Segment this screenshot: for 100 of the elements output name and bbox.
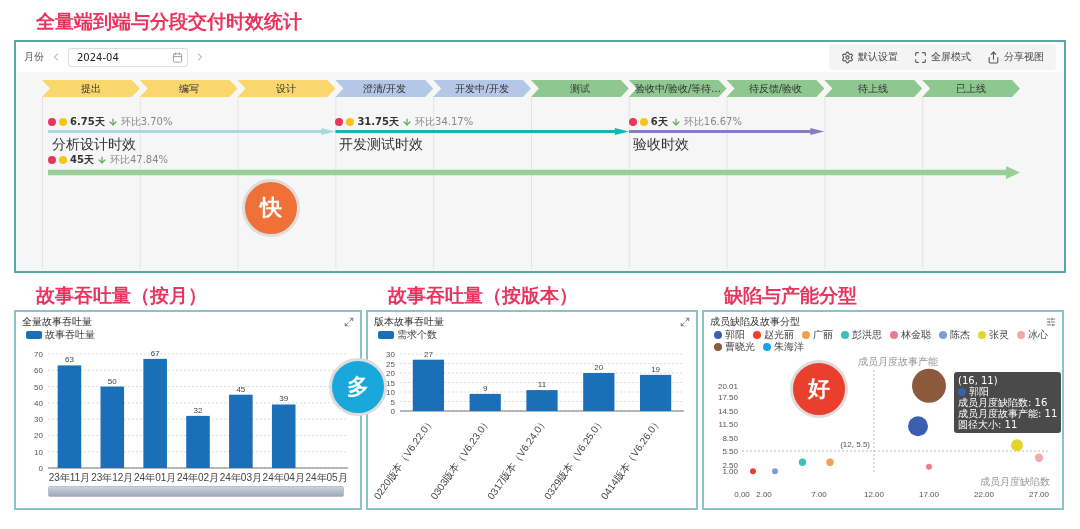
axis-label: 14.50 <box>717 406 738 416</box>
bubble <box>826 458 834 466</box>
bubble <box>798 458 807 466</box>
axis-title: 成员月度缺陷数 <box>980 476 1050 487</box>
axis-label: 7.00 <box>811 490 827 499</box>
legend-label: 需求个数 <box>397 329 437 341</box>
action-button[interactable]: 默认设置 <box>835 48 904 66</box>
legend-label: 彭洪思 <box>852 329 882 341</box>
fullscreen-icon <box>914 50 927 64</box>
bubble <box>772 468 778 475</box>
legend-label: 曹晓光 <box>725 341 755 353</box>
axis-label: 17.00 <box>919 490 939 499</box>
chart-title: 成员缺陷及故事分型 <box>710 314 800 329</box>
section-heading: 故事吞吐量（按月） <box>34 283 208 308</box>
action-button[interactable]: 全屏模式 <box>908 48 977 66</box>
date-field[interactable]: 2024-04 <box>68 47 188 67</box>
alert-dot-icon <box>335 117 344 126</box>
bubble <box>1011 439 1023 452</box>
data-label: 20 <box>594 363 604 372</box>
axis-label: 40 <box>34 398 43 408</box>
alert-dot-icon <box>628 117 637 126</box>
axis-label: 12.00 <box>864 490 884 499</box>
stage-chevron: 提出 <box>42 80 140 97</box>
axis-label: 5.50 <box>722 447 738 457</box>
legend-label: 张灵 <box>989 329 1009 341</box>
zoom-slider[interactable] <box>48 486 344 497</box>
bubble <box>908 416 928 437</box>
axis-label: 60 <box>34 366 43 376</box>
bar <box>526 390 558 411</box>
duration-value: 45天 <box>70 152 94 167</box>
axis-label: 24年03月 <box>219 472 262 483</box>
flow-label: 验收时效 <box>631 135 689 153</box>
bar <box>640 374 672 411</box>
page-title: 全量端到端与分段交付时效统计 <box>35 9 303 34</box>
bar <box>583 373 615 411</box>
axis-label: 24年04月 <box>262 472 305 483</box>
alert-dot-icon <box>48 117 56 126</box>
tooltip-line: 成员月度故事产能: 11 <box>958 408 1058 419</box>
axis-label: 30 <box>34 415 43 425</box>
data-label: 32 <box>193 405 203 415</box>
axis-label: 24年02月 <box>176 472 220 483</box>
settings-icon <box>841 50 854 64</box>
calendar-icon <box>172 51 183 63</box>
data-label: 63 <box>65 355 74 365</box>
duration-value: 6天 <box>650 114 668 129</box>
share-icon <box>987 50 1000 64</box>
flow-label: 开发测试时效 <box>338 135 424 153</box>
axis-label: 70 <box>34 350 43 359</box>
data-label: 67 <box>150 348 160 358</box>
axis-label: 0.00 <box>734 490 750 499</box>
axis-label: 27.00 <box>1029 490 1049 499</box>
axis-label: 17.50 <box>717 393 738 402</box>
down-arrow-icon <box>402 116 413 127</box>
month-label: 月份 <box>24 50 44 64</box>
tooltip-series: 郭阳 <box>969 386 989 397</box>
axis-label: 22.00 <box>974 490 994 499</box>
legend-label: 朱海洋 <box>774 341 804 353</box>
legend-label: 陈杰 <box>950 329 970 341</box>
axis-label: 30 <box>386 350 395 359</box>
tooltip-line: 圆径大小: 11 <box>958 419 1019 430</box>
change-value: 环比16.67% <box>683 114 742 129</box>
axis-label: 10 <box>386 388 395 397</box>
stage-chevron: 设计 <box>237 80 336 97</box>
duration-value: 31.75天 <box>357 114 400 129</box>
down-arrow-icon <box>107 116 118 127</box>
expand-icon[interactable] <box>680 316 690 327</box>
stage-chevron: 测试 <box>531 80 629 97</box>
series-dot <box>958 387 966 396</box>
axis-label: 15 <box>386 378 395 388</box>
data-label: 19 <box>651 364 661 374</box>
legend-label: 赵光丽 <box>764 329 794 341</box>
axis-label: 25 <box>386 359 395 369</box>
axis-label: 5 <box>390 397 395 407</box>
axis-label: 20 <box>386 369 395 378</box>
section-heading: 故事吞吐量（按版本） <box>386 283 579 308</box>
median-label: (12, 5.5) <box>840 440 870 450</box>
axis-label: 0 <box>38 464 43 473</box>
bubble <box>912 368 946 403</box>
tooltip-title: (16, 11) <box>958 375 999 386</box>
bar <box>271 404 296 468</box>
tooltip-line: 成员月度缺陷数: 16 <box>958 397 1049 408</box>
axis-label: 24年05月 <box>305 472 348 483</box>
section-heading: 缺陷与产能分型 <box>722 283 858 308</box>
sliders-icon[interactable] <box>1046 316 1056 327</box>
legend-label: 林金聪 <box>901 329 931 341</box>
axis-label: 8.50 <box>722 433 738 443</box>
axis-label: 20 <box>34 431 43 441</box>
expand-icon[interactable] <box>344 316 354 327</box>
bar <box>186 415 210 468</box>
bar <box>412 359 444 411</box>
stage-chevron: 澄清/开发 <box>335 80 434 97</box>
stage-chevron: 编写 <box>139 80 238 97</box>
axis-label: 2.50 <box>722 460 738 470</box>
duration-value: 6.75天 <box>70 114 105 129</box>
status-dot-icon <box>59 117 67 126</box>
axis-label: 11.50 <box>718 420 738 430</box>
axis-title: 成员月度故事产能 <box>858 356 938 367</box>
action-button[interactable]: 分享视图 <box>981 48 1050 66</box>
data-label: 27 <box>423 349 433 359</box>
alert-dot-icon <box>48 155 56 164</box>
